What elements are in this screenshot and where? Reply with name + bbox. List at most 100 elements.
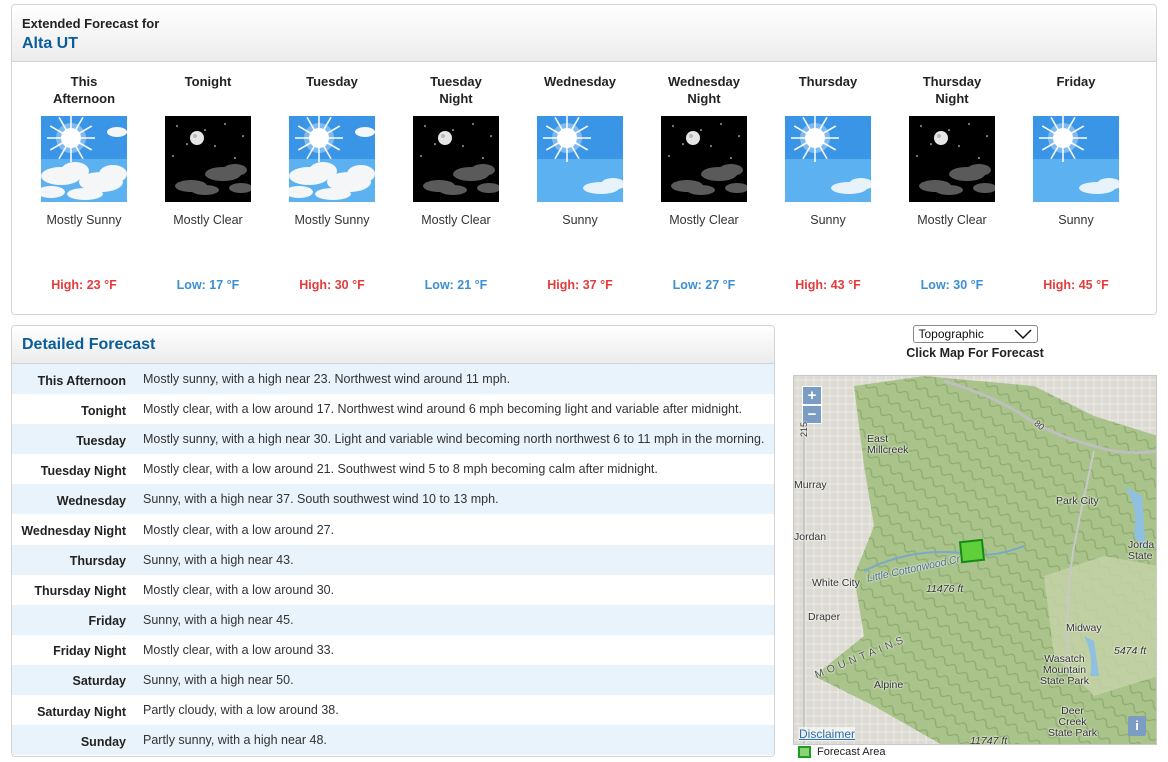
period-description: Sunny (1058, 213, 1094, 227)
map-hint: Click Map For Forecast (906, 346, 1044, 360)
period-description: Mostly Clear (421, 213, 491, 227)
period-temperature: Low: 17 °F (176, 278, 240, 292)
extended-forecast-panel: Extended Forecast for Alta UT This After… (11, 4, 1157, 315)
detailed-forecast-row: Tuesday Night Mostly clear, with a low ar… (12, 454, 774, 484)
row-forecast-text: Partly cloudy, with a low around 38. (143, 703, 339, 718)
sunny-icon (537, 116, 623, 202)
period-name: Tuesday Night (430, 74, 482, 106)
period-name: Thursday (798, 74, 858, 89)
forecast-period[interactable]: Tuesday Mostly Sunny High: 30 °F (270, 73, 394, 308)
row-forecast-text: Mostly clear, with a low around 30. (143, 582, 335, 597)
period-description: Mostly Clear (173, 213, 243, 227)
row-period-label: Tonight (81, 403, 126, 418)
map-label-alpine: Alpine (874, 679, 904, 691)
forecast-area-swatch (798, 746, 811, 758)
row-forecast-text: Sunny, with a high near 50. (143, 672, 294, 687)
row-forecast-text: Sunny, with a high near 43. (143, 552, 294, 567)
forecast-map[interactable]: + − East Millcreek Murray Park City Jorda… (793, 375, 1157, 745)
row-forecast-text: Partly sunny, with a high near 48. (143, 733, 327, 748)
period-description: Sunny (562, 213, 598, 227)
map-label-jordan-state: Jorda State (1128, 539, 1155, 562)
disclaimer-link[interactable]: Disclaimer (799, 727, 856, 741)
forecast-period[interactable]: Tonight Mostly Clear Low: 17 °F (146, 73, 270, 308)
map-label-deer-creek-state-park: Deer Creek State Park (1048, 705, 1098, 739)
forecast-period[interactable]: This Afternoon Mostly Sunny High: 23 °F (22, 73, 146, 308)
forecast-periods: This Afternoon Mostly Sunny High: 23 °F Ton… (22, 73, 1146, 308)
map-label-elevation-11747: 11747 ft (970, 735, 1008, 745)
info-button[interactable]: i (1128, 716, 1146, 736)
forecast-period[interactable]: Thursday Sunny High: 43 °F (766, 73, 890, 308)
map-legend: Forecast Area (798, 746, 885, 758)
row-forecast-text: Mostly clear, with a low around 33. (143, 642, 335, 657)
row-period-label: Sunday (80, 734, 126, 749)
row-period-label: Friday (88, 614, 126, 629)
row-period-label: This Afternoon (37, 373, 126, 388)
forecast-period[interactable]: Tuesday Night Mostly Clear Low: 21 °F (394, 73, 518, 308)
row-period-label: Tuesday Night (40, 463, 126, 478)
map-type-select-value: Topographic (918, 327, 984, 341)
detailed-forecast-title: Detailed Forecast (22, 336, 156, 353)
map-label-elevation-11476: 11476 ft (926, 583, 964, 595)
map-label-elevation-5474: 5474 ft (1114, 645, 1147, 657)
period-temperature: High: 30 °F (299, 278, 365, 292)
zoom-controls: + − (802, 386, 822, 424)
row-period-label: Saturday Night (37, 704, 126, 719)
map-label-route-215: 215 (799, 421, 810, 438)
row-period-label: Thursday Night (34, 584, 126, 599)
forecast-period[interactable]: Friday Sunny High: 45 °F (1014, 73, 1138, 308)
period-temperature: Low: 21 °F (424, 278, 488, 292)
row-period-label: Tuesday (76, 433, 126, 448)
row-forecast-text: Mostly sunny, with a high near 30. Light… (143, 432, 765, 447)
sunny-icon (785, 116, 871, 202)
map-type-select[interactable]: Topographic (912, 325, 1038, 343)
sunny-with-clouds-icon (41, 116, 127, 202)
location-title: Alta UT (22, 35, 78, 52)
row-forecast-text: Sunny, with a high near 45. (143, 612, 294, 627)
row-forecast-text: Sunny, with a high near 37. South southw… (143, 492, 499, 507)
map-label-midway: Midway (1066, 622, 1102, 634)
forecast-period[interactable]: Wednesday Night Mostly Clear Low: 27 °F (642, 73, 766, 308)
row-forecast-text: Mostly sunny, with a high near 23. North… (143, 372, 511, 387)
period-name: This Afternoon (52, 74, 116, 106)
detailed-forecast-row: Sunday Partly sunny, with a high near 48. (12, 725, 774, 756)
detailed-forecast-row: Tuesday Mostly sunny, with a high near 30… (12, 424, 774, 455)
map-label-east-millcreek: East Millcreek (867, 433, 909, 456)
forecast-period[interactable]: Thursday Night Mostly Clear Low: 30 °F (890, 73, 1014, 308)
detailed-forecast-header: Detailed Forecast (12, 326, 774, 364)
period-temperature: High: 43 °F (795, 278, 861, 292)
detailed-forecast-panel: Detailed Forecast This Afternoon Mostly s… (11, 325, 775, 757)
map-terrain (794, 376, 1156, 744)
period-description: Mostly Sunny (294, 213, 370, 227)
period-name: Tuesday (306, 74, 358, 89)
detailed-forecast-row: Thursday Night Mostly clear, with a low a… (12, 575, 774, 605)
map-label-murray: Murray (794, 479, 827, 491)
map-label-white-city: White City (812, 577, 860, 589)
detailed-forecast-row: Wednesday Sunny, with a high near 37. Sou… (12, 484, 774, 515)
period-description: Mostly Clear (917, 213, 987, 227)
chevron-down-icon (1013, 329, 1032, 339)
map-label-jordan: Jordan (794, 531, 827, 543)
detailed-forecast-row: Friday Sunny, with a high near 45. (12, 604, 774, 635)
sunny-with-clouds-icon (289, 116, 375, 202)
night-moon-clouds-icon (661, 116, 747, 202)
map-label-draper: Draper (808, 611, 841, 623)
period-name: Thursday Night (922, 74, 982, 106)
map-label-wasatch-mountain-state-park: Wasatch Mountain State Park (1040, 653, 1090, 687)
zoom-in-button[interactable]: + (802, 386, 822, 405)
row-period-label: Wednesday Night (21, 524, 126, 539)
row-forecast-text: Mostly clear, with a low around 27. (143, 522, 335, 537)
row-forecast-text: Mostly clear, with a low around 21. Sout… (143, 462, 658, 477)
period-description: Mostly Sunny (46, 213, 122, 227)
detailed-forecast-row: Thursday Sunny, with a high near 43. (12, 544, 774, 575)
map-label-park-city: Park City (1056, 495, 1099, 507)
extended-forecast-subtitle: Extended Forecast for (22, 16, 160, 31)
detailed-forecast-row: Saturday Sunny, with a high near 50. (12, 664, 774, 696)
detailed-forecast-rows: This Afternoon Mostly sunny, with a high … (12, 364, 774, 756)
row-period-label: Friday Night (53, 644, 126, 659)
period-temperature: High: 45 °F (1043, 278, 1109, 292)
row-forecast-text: Mostly clear, with a low around 17. Nort… (143, 402, 742, 417)
night-moon-clouds-icon (413, 116, 499, 202)
period-description: Sunny (810, 213, 846, 227)
period-temperature: High: 23 °F (51, 278, 117, 292)
forecast-period[interactable]: Wednesday Sunny High: 37 °F (518, 73, 642, 308)
